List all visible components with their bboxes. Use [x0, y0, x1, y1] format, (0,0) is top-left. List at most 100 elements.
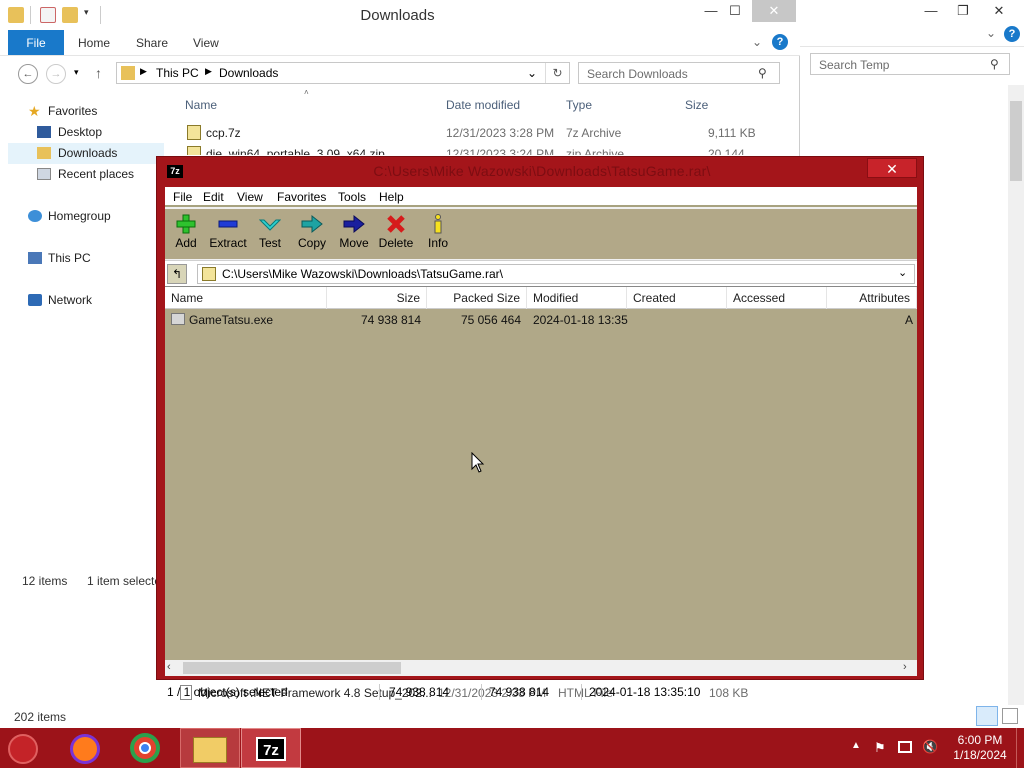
divider — [481, 684, 482, 700]
help-icon[interactable]: ? — [1004, 26, 1020, 42]
tab-view[interactable]: View — [183, 30, 229, 55]
taskbar-sevenzip[interactable]: 7z — [241, 728, 301, 768]
column-size[interactable]: Size — [327, 287, 427, 309]
chevron-down-icon[interactable]: ⌄ — [986, 26, 996, 40]
vertical-scrollbar[interactable] — [1008, 85, 1024, 705]
add-label: Add — [175, 236, 197, 250]
chevron-down-icon[interactable]: ⌄ — [752, 35, 762, 49]
taskbar-chrome[interactable] — [116, 728, 176, 768]
column-attributes[interactable]: Attributes — [827, 287, 917, 309]
start-button[interactable] — [8, 734, 38, 764]
help-icon[interactable]: ? — [772, 34, 788, 50]
column-modified[interactable]: Modified — [527, 287, 627, 309]
search-icon[interactable]: ⚲ — [990, 57, 999, 71]
copy-button[interactable]: Copy — [291, 211, 333, 257]
volume-muted-icon[interactable]: 🔇 — [922, 739, 938, 755]
close-button[interactable]: ✕ — [984, 0, 1014, 22]
taskbar-firefox[interactable] — [56, 728, 116, 768]
scroll-right-icon[interactable]: › — [903, 661, 907, 673]
search-icon[interactable]: ⚲ — [758, 66, 767, 80]
file-row[interactable]: ccp.7z 12/31/2023 3:28 PM 7z Archive 9,1… — [184, 122, 764, 144]
sevenzip-logo-icon: 7z — [167, 165, 183, 178]
nav-desktop[interactable]: Desktop — [8, 122, 164, 143]
nav-recent-places[interactable]: Recent places — [8, 164, 164, 185]
up-folder-icon[interactable]: ↰ — [167, 264, 187, 284]
menu-edit[interactable]: Edit — [197, 187, 230, 207]
path-combobox[interactable]: C:\Users\Mike Wazowski\Downloads\TatsuGa… — [197, 264, 915, 284]
search-input[interactable]: Search Temp — [810, 53, 1010, 75]
file-list-header: Name Size Packed Size Modified Created A… — [165, 287, 917, 309]
nav-network[interactable]: Network — [8, 290, 164, 311]
column-name[interactable]: Name — [165, 287, 327, 309]
menu-help[interactable]: Help — [373, 187, 410, 207]
table-row[interactable]: GameTatsu.exe 74 938 814 75 056 464 2024… — [165, 310, 917, 330]
breadcrumb-thispc[interactable]: This PC — [156, 66, 199, 80]
desktop-icon — [37, 126, 51, 138]
clock[interactable]: 6:00 PM 1/18/2024 — [950, 733, 1010, 763]
archive-icon — [187, 125, 201, 140]
address-row: ← → ▾ ↑ ▶ This PC ▶ Downloads ⌄ ↻ Search… — [0, 58, 800, 88]
close-button[interactable]: ✕ — [752, 0, 796, 22]
column-packed-size[interactable]: Packed Size — [427, 287, 527, 309]
cell-packed-size: 75 056 464 — [460, 313, 521, 327]
file-row[interactable]: die_win64_portable_3.09_x64.zip 12/31/20… — [184, 143, 764, 155]
large-icons-view-icon[interactable] — [1002, 708, 1018, 724]
minimize-button[interactable]: — — [916, 0, 946, 22]
column-date[interactable]: Date modified — [446, 95, 520, 115]
search-input[interactable]: Search Downloads — [578, 62, 780, 84]
add-button[interactable]: Add — [165, 211, 207, 257]
up-arrow-icon[interactable]: ↑ — [95, 65, 102, 81]
nav-thispc[interactable]: This PC — [8, 248, 164, 269]
column-accessed[interactable]: Accessed — [727, 287, 827, 309]
menu-tools[interactable]: Tools — [332, 187, 372, 207]
refresh-icon[interactable]: ↻ — [545, 63, 569, 83]
info-button[interactable]: Info — [417, 211, 459, 257]
scroll-thumb[interactable] — [183, 662, 401, 674]
file-name: ccp.7z — [206, 126, 241, 140]
chevron-down-icon[interactable]: ⌄ — [527, 66, 537, 80]
window-title: C:\Users\Mike Wazowski\Downloads\TatsuGa… — [373, 163, 711, 179]
tab-share[interactable]: Share — [126, 30, 178, 55]
menu-favorites[interactable]: Favorites — [271, 187, 332, 207]
column-size[interactable]: Size — [685, 95, 708, 115]
test-button[interactable]: Test — [249, 211, 291, 257]
column-type[interactable]: Type — [566, 95, 592, 115]
network-icon — [28, 294, 42, 306]
nav-homegroup[interactable]: Homegroup — [8, 206, 164, 227]
chevron-down-icon[interactable]: ▾ — [74, 67, 79, 78]
chevron-down-icon[interactable]: ⌄ — [898, 266, 907, 279]
nav-downloads[interactable]: Downloads — [8, 143, 164, 164]
taskbar-explorer[interactable] — [180, 728, 240, 768]
forward-button[interactable]: → — [46, 64, 66, 84]
check-icon — [259, 219, 281, 231]
extract-button[interactable]: Extract — [207, 211, 249, 257]
path-text: C:\Users\Mike Wazowski\Downloads\TatsuGa… — [222, 267, 503, 281]
show-desktop-button[interactable] — [1016, 728, 1024, 768]
network-tray-icon[interactable] — [898, 741, 912, 753]
back-button[interactable]: ← — [18, 64, 38, 84]
delete-button[interactable]: Delete — [375, 211, 417, 257]
menu-file[interactable]: File — [167, 187, 198, 207]
menu-view[interactable]: View — [231, 187, 269, 207]
scroll-left-icon[interactable]: ‹ — [167, 661, 171, 673]
maximize-button[interactable]: ☐ — [720, 0, 750, 22]
archive-icon — [187, 146, 201, 155]
clock-time: 6:00 PM — [957, 733, 1003, 747]
column-name[interactable]: Name — [185, 95, 217, 115]
show-hidden-icons-icon[interactable]: ▲ — [851, 740, 861, 751]
tab-file[interactable]: File — [8, 30, 64, 55]
breadcrumb-downloads[interactable]: Downloads — [219, 66, 278, 80]
tab-home[interactable]: Home — [68, 30, 120, 55]
column-created[interactable]: Created — [627, 287, 727, 309]
horizontal-scrollbar[interactable]: ‹ › — [165, 660, 917, 676]
move-button[interactable]: Move — [333, 211, 375, 257]
restore-button[interactable]: ❐ — [948, 0, 978, 22]
flag-icon[interactable]: ⚑ — [874, 740, 886, 756]
details-view-icon[interactable] — [976, 706, 998, 726]
scroll-thumb[interactable] — [1010, 101, 1022, 181]
status-selected: 1 / 1 object(s) selected — [167, 685, 288, 699]
nav-favorites[interactable]: ★ Favorites — [8, 101, 164, 122]
status-bar: 1 / 1 object(s) selected 74 938 814 74 9… — [165, 682, 917, 702]
close-button[interactable]: ✕ — [867, 158, 917, 178]
address-bar[interactable]: ▶ This PC ▶ Downloads ⌄ ↻ — [116, 62, 570, 84]
